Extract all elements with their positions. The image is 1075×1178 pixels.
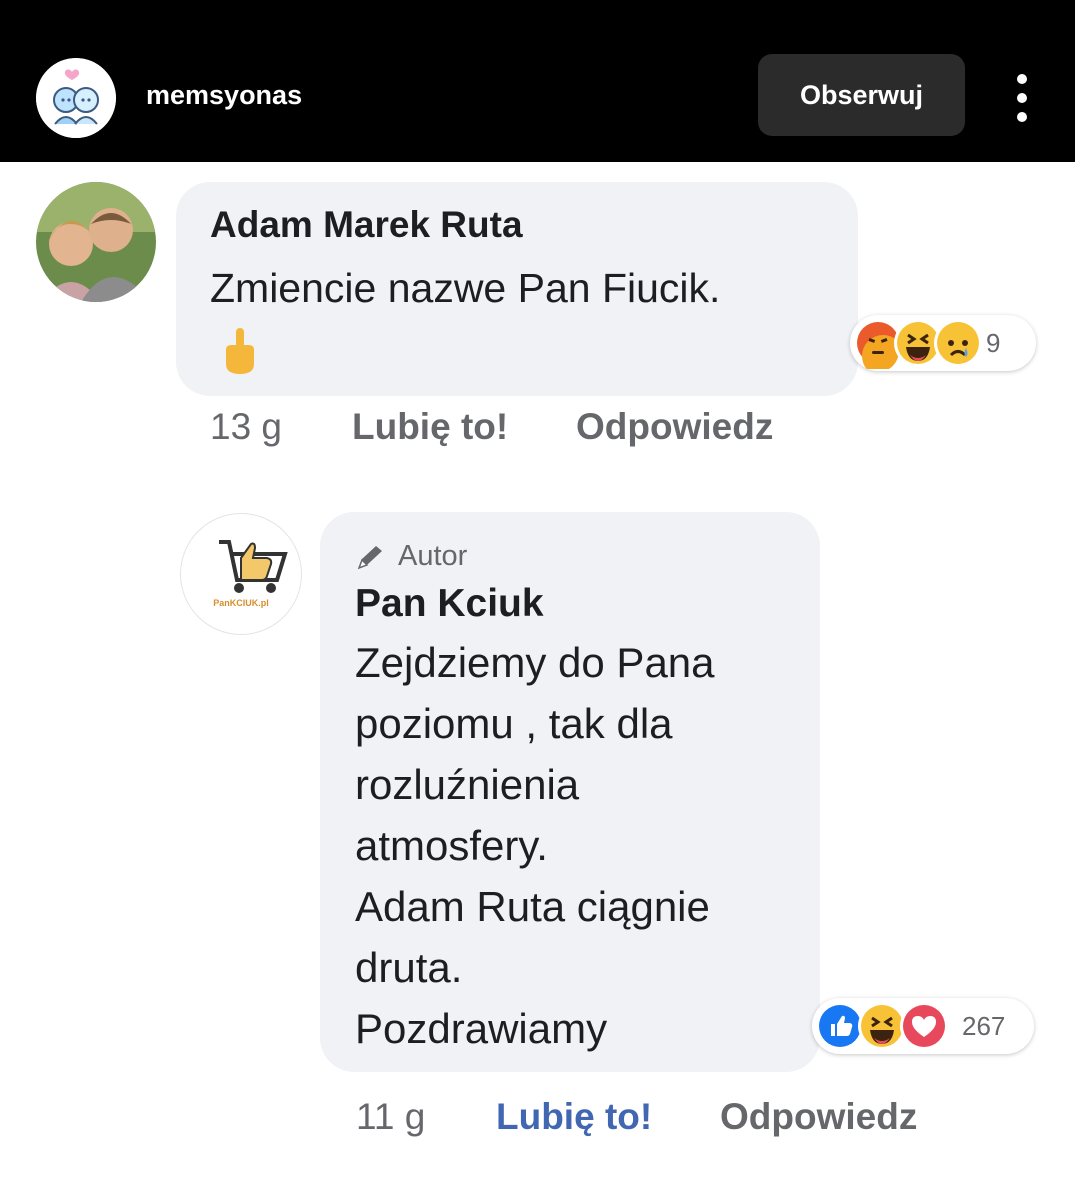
post-image: Adam Marek Ruta Zmiencie nazwe Pan Fiuci… — [0, 162, 1075, 1178]
reply-text-line: Pozdrawiamy — [355, 1005, 608, 1052]
sad-reaction-icon — [934, 319, 982, 367]
comment-text: Zmiencie nazwe Pan Fiucik. — [210, 265, 721, 311]
middle-finger-emoji-icon — [220, 326, 260, 376]
like-reaction-icon — [816, 1002, 864, 1050]
reply-like-button-active[interactable]: Lubię to! — [496, 1096, 652, 1138]
vertical-dots-icon — [1017, 74, 1027, 122]
account-avatar[interactable] — [36, 58, 116, 138]
reply-button[interactable]: Odpowiedz — [576, 406, 773, 448]
reply-text-line: rozluźnienia — [355, 761, 580, 808]
top-bar: memsyonas Obserwuj — [0, 0, 1075, 162]
reaction-count: 9 — [986, 327, 1001, 358]
reply-text-line: druta. — [355, 944, 463, 991]
reply-author-name[interactable]: Pan Kciuk — [355, 582, 544, 626]
reply-text-line: Zejdziemy do Pana — [355, 639, 715, 686]
cart-thumbs-up-logo-icon — [219, 540, 288, 593]
profile-photo-icon — [36, 182, 156, 302]
angry-haha-sad-reaction-icons — [854, 319, 982, 369]
reply-text: Zejdziemy do Pana poziomu , tak dla rozl… — [355, 632, 715, 1059]
couple-logo-icon — [36, 58, 116, 138]
comment-author-name[interactable]: Adam Marek Ruta — [210, 204, 523, 246]
author-badge-label: Autor — [398, 540, 468, 572]
love-reaction-icon — [900, 1002, 948, 1050]
follow-button[interactable]: Obserwuj — [758, 54, 965, 136]
page-avatar-logo-text: PanKCIUK.pl — [213, 598, 269, 608]
reply-text-line: poziomu , tak dla — [355, 700, 673, 747]
reply-timestamp[interactable]: 11 g — [356, 1096, 425, 1138]
reply-reactions-summary[interactable]: 267 — [812, 998, 1034, 1054]
haha-reaction-icon — [858, 1002, 906, 1050]
pencil-icon — [357, 545, 382, 569]
more-options-button[interactable] — [1000, 70, 1044, 126]
reply-text-line: atmosfery. — [355, 822, 548, 869]
reply-reply-button[interactable]: Odpowiedz — [720, 1096, 917, 1138]
reply-reaction-count: 267 — [962, 1010, 1006, 1041]
like-haha-love-reaction-icons — [816, 1002, 948, 1050]
reply-text-line: Adam Ruta ciągnie — [355, 883, 710, 930]
like-button[interactable]: Lubię to! — [352, 406, 508, 448]
page-avatar[interactable]: PanKCIUK.pl — [181, 514, 301, 634]
reactions-summary[interactable]: 9 — [850, 315, 1036, 371]
comment-timestamp[interactable]: 13 g — [210, 406, 282, 448]
author-badge: Autor — [356, 540, 467, 573]
account-name[interactable]: memsyonas — [146, 80, 302, 111]
commenter-avatar[interactable] — [36, 182, 156, 302]
